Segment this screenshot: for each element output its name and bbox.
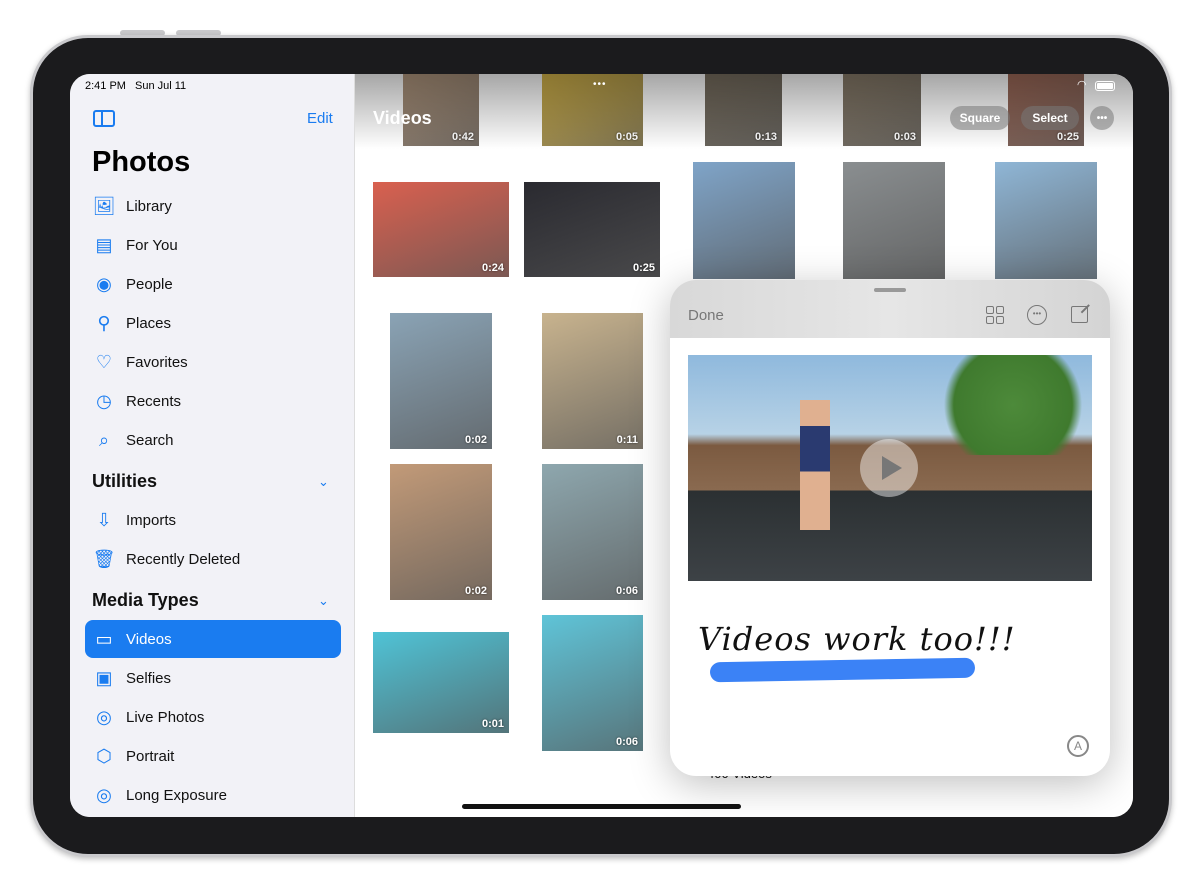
select-button[interactable]: Select bbox=[1021, 106, 1079, 130]
grid-title: Videos bbox=[373, 108, 432, 128]
sidebar-item-for-you[interactable]: ▤ For You bbox=[85, 226, 341, 264]
status-date: Sun Jul 11 bbox=[135, 80, 187, 92]
handwritten-note[interactable]: Videos work too!!! bbox=[698, 620, 1016, 658]
sidebar-item-portrait[interactable]: ⬡ Portrait bbox=[85, 737, 341, 775]
section-media-types[interactable]: Media Types bbox=[92, 590, 199, 611]
sidebar-item-live-photos[interactable]: ◎ Live Photos bbox=[85, 698, 341, 736]
video-thumbnail[interactable]: 0:02 bbox=[390, 464, 492, 600]
sidebar-item-library[interactable]: 🖼 Library bbox=[85, 187, 341, 225]
video-thumbnail[interactable]: 0:06 bbox=[542, 464, 643, 600]
cube-icon: ⬡ bbox=[96, 745, 112, 766]
video-duration: 0:11 bbox=[616, 434, 638, 446]
sidebar-item-favorites[interactable]: ♡ Favorites bbox=[85, 343, 341, 381]
drag-handle[interactable] bbox=[874, 288, 906, 292]
video-thumbnail[interactable]: 0:01 bbox=[373, 632, 509, 733]
video-thumbnail[interactable]: 0:06 bbox=[542, 615, 643, 751]
import-icon: ⇩ bbox=[96, 509, 112, 530]
chevron-down-icon[interactable]: ⌄ bbox=[318, 474, 329, 490]
map-pin-icon: ⚲ bbox=[97, 312, 111, 333]
play-button[interactable] bbox=[860, 439, 918, 497]
done-button[interactable]: Done bbox=[688, 307, 724, 324]
selfie-icon: ▣ bbox=[95, 667, 113, 688]
sidebar-item-places[interactable]: ⚲ Places bbox=[85, 304, 341, 342]
photo-stack-icon: 🖼 bbox=[92, 195, 116, 216]
multitask-dots-icon[interactable]: ••• bbox=[593, 79, 607, 90]
person-circle-icon: ◉ bbox=[96, 273, 112, 294]
home-indicator bbox=[462, 804, 741, 809]
highlight-stroke bbox=[709, 657, 976, 683]
video-thumbnail[interactable]: 0:02 bbox=[390, 313, 492, 449]
battery-icon bbox=[1095, 81, 1115, 91]
chevron-down-icon[interactable]: ⌄ bbox=[318, 593, 329, 609]
video-attachment[interactable] bbox=[688, 355, 1092, 581]
sidebar: 2:41 PM Sun Jul 11 Edit Photos 🖼 Library … bbox=[70, 74, 355, 817]
ellipsis-circle-icon[interactable]: ••• bbox=[1027, 305, 1047, 325]
header-fade bbox=[355, 74, 1133, 149]
video-thumbnail[interactable] bbox=[995, 162, 1097, 279]
video-duration: 0:25 bbox=[632, 262, 655, 274]
wifi-icon: ◠ bbox=[1077, 79, 1087, 91]
markup-pen-icon[interactable]: A bbox=[1067, 735, 1089, 757]
screen: 2:41 PM Sun Jul 11 Edit Photos 🖼 Library … bbox=[70, 74, 1133, 817]
video-duration: 0:06 bbox=[615, 585, 638, 597]
long-exposure-icon: ◎ bbox=[96, 784, 112, 805]
sidebar-item-videos[interactable]: ▭ Videos bbox=[85, 620, 341, 658]
edit-button[interactable]: Edit bbox=[307, 110, 333, 127]
sidebar-item-long-exposure[interactable]: ◎ Long Exposure bbox=[85, 776, 341, 814]
search-icon: ⌕ bbox=[98, 429, 110, 450]
sidebar-toggle-icon[interactable] bbox=[93, 110, 115, 127]
video-duration: 0:24 bbox=[481, 262, 504, 274]
page-title: Photos bbox=[92, 146, 191, 178]
sidebar-item-recents[interactable]: ◷ Recents bbox=[85, 382, 341, 420]
grid-icon[interactable] bbox=[986, 306, 1004, 324]
sidebar-item-selfies[interactable]: ▣ Selfies bbox=[85, 659, 341, 697]
sidebar-item-search[interactable]: ⌕ Search bbox=[85, 421, 341, 459]
more-button[interactable]: ••• bbox=[1090, 106, 1114, 130]
quick-note-panel: Done ••• Videos work too!!! A bbox=[670, 280, 1110, 776]
video-duration: 0:06 bbox=[615, 736, 638, 748]
video-thumbnail[interactable] bbox=[693, 162, 795, 279]
status-time: 2:41 PM bbox=[85, 80, 126, 92]
compose-icon[interactable] bbox=[1071, 304, 1090, 323]
heart-icon: ♡ bbox=[95, 351, 113, 372]
video-thumbnail[interactable]: 0:25 bbox=[524, 182, 660, 277]
video-duration: 0:02 bbox=[464, 434, 487, 446]
video-thumbnail[interactable]: 0:11 bbox=[542, 313, 643, 449]
sidebar-item-imports[interactable]: ⇩ Imports bbox=[85, 501, 341, 539]
sidebar-item-recently-deleted[interactable]: 🗑 Recently Deleted bbox=[85, 540, 341, 578]
clock-icon: ◷ bbox=[96, 390, 112, 411]
for-you-icon: ▤ bbox=[95, 234, 113, 255]
video-thumbnail[interactable]: 0:24 bbox=[373, 182, 509, 277]
video-thumbnail[interactable] bbox=[843, 162, 945, 279]
video-icon: ▭ bbox=[95, 628, 113, 649]
sidebar-item-people[interactable]: ◉ People bbox=[85, 265, 341, 303]
section-utilities[interactable]: Utilities bbox=[92, 471, 157, 492]
video-duration: 0:01 bbox=[481, 718, 504, 730]
square-button[interactable]: Square bbox=[950, 106, 1010, 130]
live-photo-icon: ◎ bbox=[96, 706, 112, 727]
trash-icon: 🗑 bbox=[92, 548, 116, 569]
video-duration: 0:02 bbox=[464, 585, 487, 597]
